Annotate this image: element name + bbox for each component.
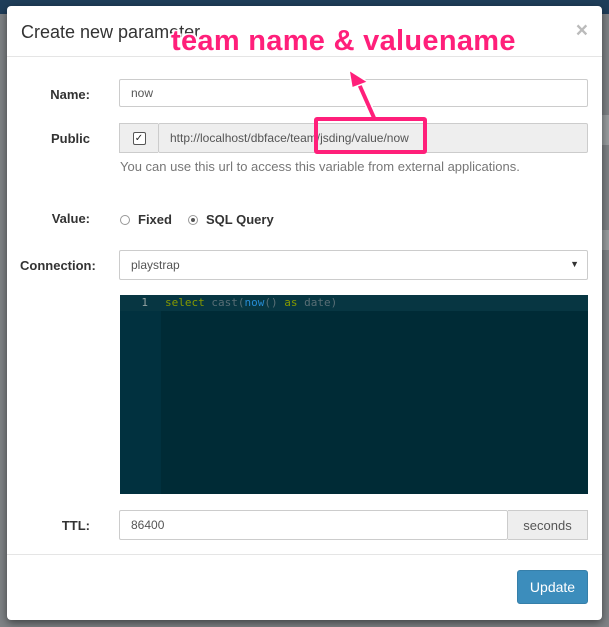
name-label: Name: xyxy=(50,87,90,102)
annotation-callout-text: team name & valuename xyxy=(171,25,516,57)
public-label: Public xyxy=(50,131,90,146)
chevron-down-icon: ▼ xyxy=(570,259,579,269)
public-url-help-text: You can use this url to access this vari… xyxy=(120,159,520,174)
close-button[interactable]: × xyxy=(576,19,588,43)
radio-sql-query-label: SQL Query xyxy=(206,212,274,227)
ttl-unit-addon: seconds xyxy=(508,510,588,540)
connection-select[interactable]: playstrap ▼ xyxy=(119,250,588,280)
radio-sql-query[interactable] xyxy=(188,214,198,225)
background-page-fragment xyxy=(601,230,609,250)
sql-editor[interactable]: 1 select cast(now() as date) xyxy=(120,295,588,494)
update-button[interactable]: Update xyxy=(517,570,588,604)
editor-line-number: 1 xyxy=(141,296,148,309)
background-page-fragment xyxy=(601,115,609,145)
editor-gutter: 1 xyxy=(120,295,161,494)
editor-code-line[interactable]: select cast(now() as date) xyxy=(165,296,337,309)
public-checkbox-addon: ✓ xyxy=(119,123,158,153)
code-token: cast xyxy=(211,296,238,309)
footer-divider xyxy=(7,554,602,555)
code-token: select xyxy=(165,296,205,309)
connection-label: Connection: xyxy=(20,258,96,273)
radio-fixed[interactable] xyxy=(120,214,130,225)
code-token: ( xyxy=(237,296,245,309)
ttl-label: TTL: xyxy=(61,518,90,533)
annotation-highlight-box xyxy=(314,117,427,154)
public-checkbox[interactable]: ✓ xyxy=(132,131,146,145)
connection-select-value: playstrap xyxy=(131,258,180,272)
code-token: as xyxy=(284,296,298,309)
code-token: () xyxy=(264,296,278,309)
code-token: date xyxy=(304,296,331,309)
code-token: ) xyxy=(330,296,338,309)
create-parameter-dialog: Create new parameter × Name: now Public … xyxy=(7,6,602,620)
radio-fixed-label: Fixed xyxy=(138,212,172,227)
value-label: Value: xyxy=(51,211,90,226)
ttl-input[interactable]: 86400 xyxy=(119,510,508,540)
value-option-fixed[interactable]: Fixed xyxy=(120,212,172,227)
code-token: now xyxy=(244,296,265,309)
value-option-sql-query[interactable]: SQL Query xyxy=(188,212,274,227)
